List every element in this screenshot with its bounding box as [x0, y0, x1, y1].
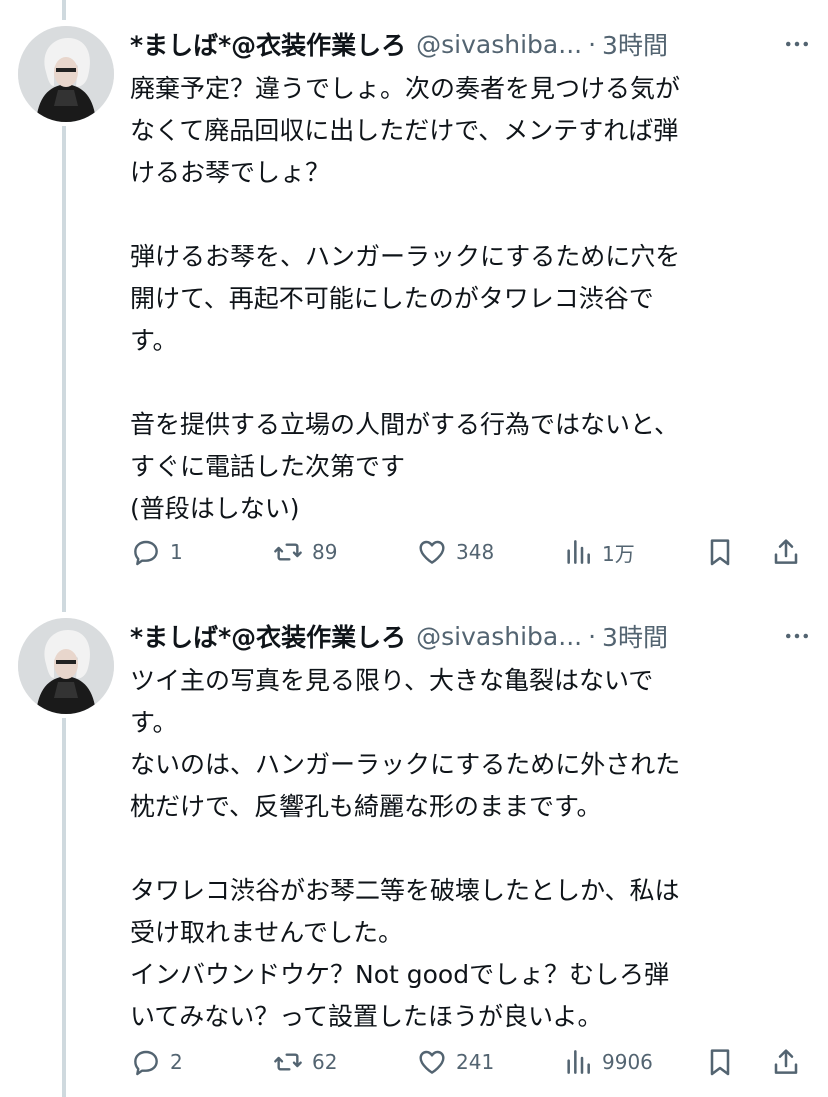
separator-dot: · [588, 621, 597, 651]
tweet[interactable]: *ましば*@衣装作業しろ @sivashiba... · 3時間 廃棄予定？違う… [0, 20, 828, 600]
views-button[interactable]: 9906 [562, 1046, 653, 1078]
bookmark-icon [710, 539, 730, 566]
timestamp[interactable]: 3時間 [602, 26, 668, 62]
user-handle[interactable]: @sivashiba... [416, 622, 582, 651]
retweet-button[interactable]: 62 [272, 1046, 337, 1078]
bookmark-icon [710, 1049, 730, 1076]
share-icon [774, 1049, 798, 1074]
reply-icon [134, 540, 158, 566]
retweet-count: 89 [312, 540, 338, 564]
share-button[interactable] [770, 1046, 802, 1078]
views-button[interactable]: 1万 [562, 536, 635, 568]
avatar-photo [18, 26, 114, 122]
like-button[interactable]: 241 [416, 1046, 494, 1078]
retweet-icon [274, 1053, 302, 1071]
tweet-header: *ましば*@衣装作業しろ @sivashiba... · 3時間 [130, 22, 812, 66]
user-handle[interactable]: @sivashiba... [416, 30, 582, 59]
tweet-header: *ましば*@衣装作業しろ @sivashiba... · 3時間 [130, 614, 812, 658]
views-icon [567, 1050, 590, 1074]
tweet-text: 廃棄予定？違うでしょ。次の奏者を見つける気が なくて廃品回収に出しただけで、メン… [130, 74, 681, 523]
retweet-icon [274, 543, 302, 561]
views-count: 9906 [602, 1050, 653, 1074]
like-count: 348 [456, 540, 495, 564]
like-count: 241 [456, 1050, 495, 1074]
tweet-actions: 2 62 241 9906 [130, 1042, 810, 1082]
timeline: *ましば*@衣装作業しろ @sivashiba... · 3時間 廃棄予定？違う… [0, 0, 828, 1097]
tweet[interactable]: *ましば*@衣装作業しろ @sivashiba... · 3時間 ツイ主の写真を… [0, 600, 828, 1097]
separator-dot: · [588, 29, 597, 59]
more-icon[interactable] [782, 621, 812, 651]
share-button[interactable] [770, 536, 802, 568]
display-name[interactable]: *ましば*@衣装作業しろ [130, 618, 406, 654]
avatar-photo [18, 618, 114, 714]
retweet-button[interactable]: 89 [272, 536, 337, 568]
more-icon[interactable] [782, 29, 812, 59]
avatar[interactable] [18, 26, 114, 122]
reply-icon [134, 1050, 158, 1076]
bookmark-button[interactable] [704, 1046, 736, 1078]
views-icon [567, 540, 590, 564]
share-icon [774, 539, 798, 564]
tweet-text: ツイ主の写真を見る限り、大きな亀裂はないで す。 ないのは、ハンガーラックにする… [130, 666, 681, 1031]
retweet-count: 62 [312, 1050, 338, 1074]
reply-button[interactable]: 1 [130, 536, 183, 568]
reply-button[interactable]: 2 [130, 1046, 183, 1078]
display-name[interactable]: *ましば*@衣装作業しろ [130, 26, 406, 62]
thread-line-top [62, 0, 66, 20]
thread-line [62, 600, 66, 612]
reply-count: 2 [170, 1050, 183, 1074]
views-count: 1万 [602, 541, 635, 566]
tweet-actions: 1 89 348 1万 [130, 532, 810, 572]
thread-line [62, 126, 66, 600]
bookmark-button[interactable] [704, 536, 736, 568]
timestamp[interactable]: 3時間 [602, 618, 668, 654]
reply-count: 1 [170, 540, 183, 564]
heart-icon [419, 540, 445, 564]
heart-icon [419, 1050, 445, 1074]
avatar[interactable] [18, 618, 114, 714]
like-button[interactable]: 348 [416, 536, 494, 568]
thread-line [62, 718, 66, 1097]
